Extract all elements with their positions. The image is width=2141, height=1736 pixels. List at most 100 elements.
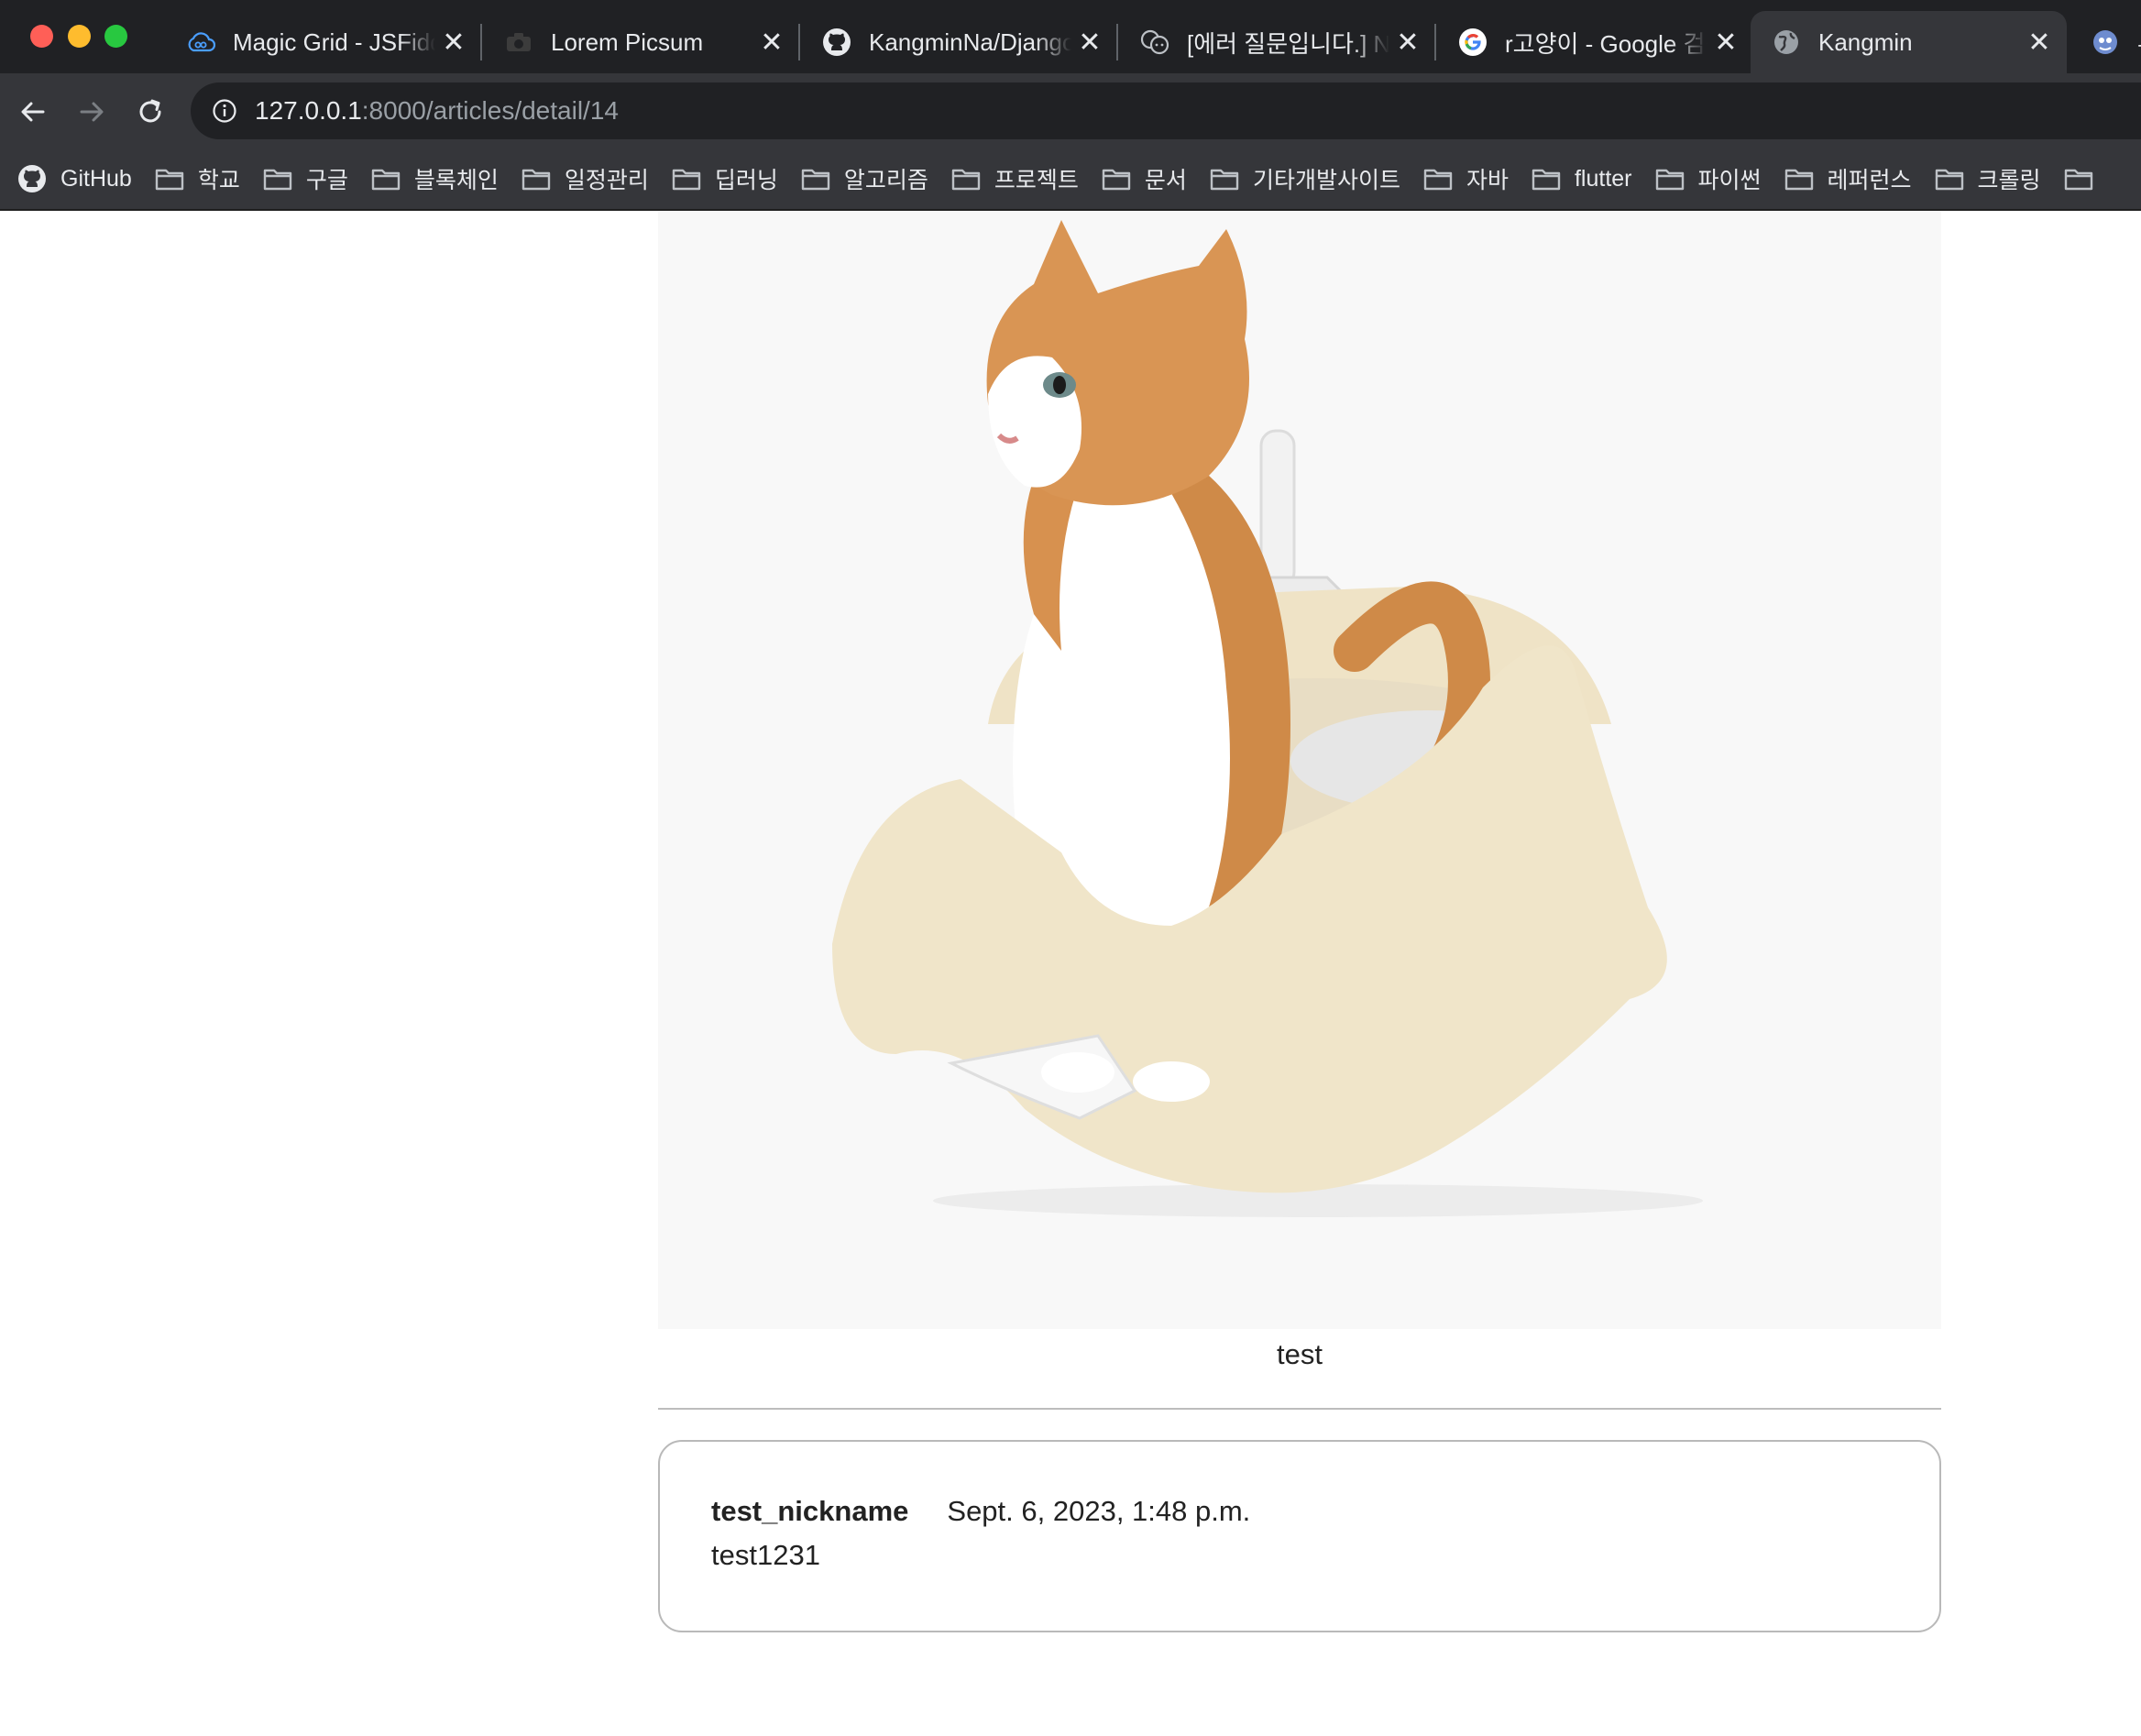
bookmark-label: 파이썬 [1697, 168, 1762, 193]
bookmark-label: 기타개발사이트 [1252, 168, 1400, 193]
bookmark-folder[interactable]: 학교 [143, 157, 251, 201]
bookmark-label: 크롤링 [1977, 168, 2041, 193]
tab-title: r고양이 - Google 검색 [1505, 29, 1707, 58]
folder-icon [1934, 165, 1965, 192]
tab-separator [480, 24, 482, 60]
bookmark-folder[interactable]: 알고리즘 [789, 157, 939, 201]
tab-title: KangminNa/Django [869, 27, 1071, 56]
bookmark-folder[interactable]: 파이썬 [1643, 157, 1773, 201]
globe-alien-icon [2090, 27, 2121, 58]
bookmark-label: flutter [1574, 165, 1632, 192]
comment-date: Sept. 6, 2023, 1:48 p.m. [947, 1495, 1251, 1527]
comment-card: test_nickname Sept. 6, 2023, 1:48 p.m. t… [658, 1440, 1941, 1632]
folder-icon [1654, 165, 1685, 192]
bookmark-folder[interactable]: 일정관리 [510, 157, 660, 201]
bookmark-folder[interactable]: 딥러닝 [660, 157, 789, 201]
comment-body: test1231 [711, 1539, 820, 1571]
bookmarks-bar: GitHub 학교 구글 블록체인 일정관리 딥러닝 알고리즘 프로젝트 문서 기타개발사이트 자바… [0, 148, 2141, 211]
bookmark-github[interactable]: GitHub [0, 157, 143, 201]
site-info-icon[interactable] [211, 97, 238, 125]
tab-title: Lorem Picsum [551, 27, 704, 56]
bookmark-folder[interactable]: 기타개발사이트 [1198, 157, 1411, 201]
bookmark-folder[interactable] [2052, 157, 2118, 201]
folder-icon [1422, 165, 1454, 192]
folder-icon [1531, 165, 1562, 192]
tab-title: Kangmin [1818, 27, 1913, 56]
close-tab-icon[interactable]: ✕ [2021, 24, 2058, 60]
bookmark-label: GitHub [60, 165, 132, 192]
github-icon [16, 165, 48, 192]
tab-separator [1116, 24, 1118, 60]
address-bar[interactable]: 127.0.0.1:8000/articles/detail/14 [191, 82, 2141, 139]
minimize-window-button[interactable] [68, 25, 91, 48]
close-window-button[interactable] [30, 25, 53, 48]
folder-icon [2063, 165, 2094, 192]
tab-error-question[interactable]: [에러 질문입니다.] No ✕ [1119, 11, 1435, 73]
article-image [658, 211, 1941, 1329]
picsum-camera-icon [503, 27, 534, 58]
close-tab-icon[interactable]: ✕ [1389, 24, 1426, 60]
folder-icon [1209, 165, 1240, 192]
tab-title: [에러 질문입니다.] No [1187, 29, 1389, 58]
folder-icon [262, 165, 293, 192]
tab-strip: Magic Grid - JSFiddle ✕ Lorem Picsum ✕ K… [0, 0, 2141, 73]
back-button[interactable] [13, 92, 53, 132]
bookmark-label: 딥러닝 [714, 168, 778, 193]
arrow-left-icon [21, 102, 45, 122]
cat-in-litter-box-illustration [658, 211, 1941, 1329]
folder-icon [521, 165, 552, 192]
globe-icon [1771, 27, 1802, 58]
folder-icon [950, 165, 982, 192]
reload-button[interactable] [130, 92, 170, 132]
page-viewport: test test_nickname Sept. 6, 2023, 1:48 p… [0, 211, 2141, 1736]
forward-button[interactable] [71, 92, 112, 132]
tab-google-search[interactable]: r고양이 - Google 검색 ✕ [1437, 11, 1753, 73]
tab-magic-grid[interactable]: Magic Grid - JSFiddle ✕ [165, 11, 481, 73]
tab-lorem-picsum[interactable]: Lorem Picsum ✕ [483, 11, 799, 73]
maximize-window-button[interactable] [104, 25, 127, 48]
github-icon [821, 27, 852, 58]
bookmark-folder[interactable]: flutter [1520, 157, 1643, 201]
bookmark-folder[interactable]: 문서 [1090, 157, 1198, 201]
url-host: 127.0.0.1 [255, 96, 362, 125]
tab-clipped[interactable]: 무 [2070, 11, 2141, 73]
bookmark-label: 문서 [1144, 168, 1187, 193]
folder-icon [1784, 165, 1815, 192]
close-tab-icon[interactable]: ✕ [1071, 24, 1108, 60]
bookmark-folder[interactable]: 자바 [1411, 157, 1520, 201]
url-text[interactable]: 127.0.0.1:8000/articles/detail/14 [255, 96, 619, 126]
bookmark-folder[interactable]: 크롤링 [1923, 157, 2052, 201]
folder-icon [370, 165, 401, 192]
content-divider [658, 1408, 1941, 1410]
article-content: test [1277, 1338, 1323, 1370]
chat-bubbles-icon [1139, 27, 1170, 58]
tab-title: 무 [2137, 26, 2141, 60]
browser-toolbar: 127.0.0.1:8000/articles/detail/14 [0, 73, 2141, 148]
url-path: :8000/articles/detail/14 [361, 96, 619, 125]
bookmark-label: 레퍼런스 [1827, 168, 1912, 193]
folder-icon [154, 165, 185, 192]
arrow-right-icon [80, 102, 104, 122]
tab-separator [1434, 24, 1436, 60]
browser-chrome: Magic Grid - JSFiddle ✕ Lorem Picsum ✕ K… [0, 0, 2141, 211]
bookmark-label: 프로젝트 [994, 168, 1079, 193]
jsfiddle-cloud-icon [185, 27, 216, 58]
tab-separator [798, 24, 800, 60]
close-tab-icon[interactable]: ✕ [1707, 24, 1744, 60]
close-tab-icon[interactable]: ✕ [435, 24, 472, 60]
bookmark-label: 자바 [1466, 168, 1509, 193]
tab-kangmin-active[interactable]: Kangmin ✕ [1751, 11, 2067, 73]
bookmark-label: 학교 [197, 168, 240, 193]
bookmark-folder[interactable]: 레퍼런스 [1773, 157, 1923, 201]
close-tab-icon[interactable]: ✕ [753, 24, 790, 60]
tab-github-django[interactable]: KangminNa/Django ✕ [801, 11, 1117, 73]
bookmark-label: 알고리즘 [843, 168, 928, 193]
bookmark-folder[interactable]: 블록체인 [359, 157, 510, 201]
bookmark-label: 일정관리 [564, 168, 649, 193]
bookmark-folder[interactable]: 구글 [251, 157, 359, 201]
folder-icon [1101, 165, 1132, 192]
bookmark-label: 블록체인 [413, 168, 499, 193]
bookmark-folder[interactable]: 프로젝트 [939, 157, 1090, 201]
tab-title: Magic Grid - JSFiddle [233, 27, 435, 56]
google-icon [1457, 27, 1488, 58]
